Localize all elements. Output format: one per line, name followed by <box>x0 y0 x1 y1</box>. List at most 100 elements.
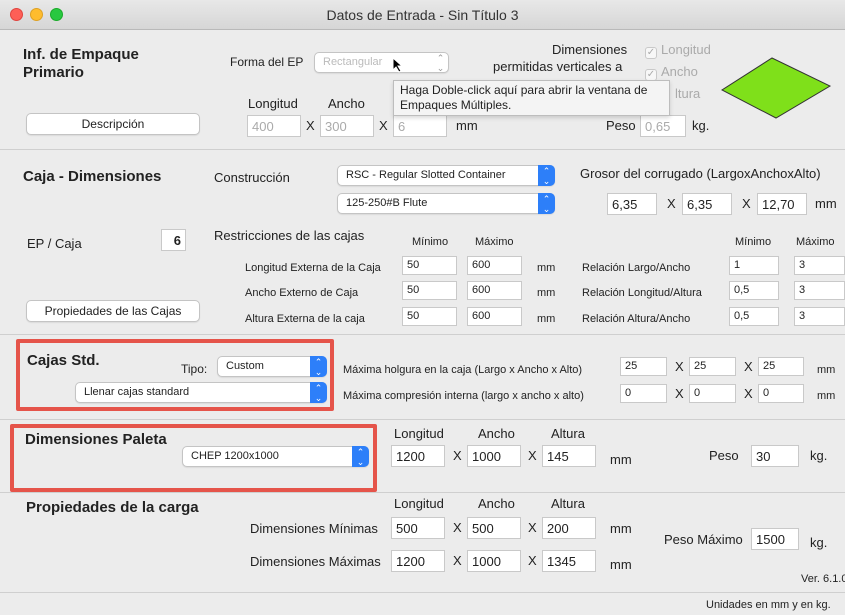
x-separator: X <box>528 553 537 568</box>
grosor-label: Grosor del corrugado (LargoxAnchoxAlto) <box>580 166 821 181</box>
x-separator: X <box>744 386 753 401</box>
x-separator: X <box>453 520 462 535</box>
llenar-cajas-select-value: Llenar cajas standard <box>84 386 190 398</box>
select-arrows-icon: ⌃ ⌄ <box>436 53 445 73</box>
paleta-ancho-field[interactable]: 1000 <box>467 445 521 467</box>
paleta-altura-field[interactable]: 145 <box>542 445 596 467</box>
rel-min-header: Mínimo <box>735 236 772 248</box>
carga-min-longitud-field[interactable]: 500 <box>391 517 445 539</box>
restricciones-label: Restricciones de las cajas <box>214 228 365 243</box>
multiple-packages-tooltip: Haga Doble-click aquí para abrir la vent… <box>393 80 670 116</box>
rel-max-header: Máximo <box>796 236 835 248</box>
primary-peso-label: Peso <box>606 118 636 133</box>
carga-col-altura: Altura <box>551 496 585 511</box>
grosor-largo-field[interactable]: 6,35 <box>607 193 657 215</box>
paleta-peso-field[interactable]: 30 <box>751 445 799 467</box>
flute-select-value: 125-250#B Flute <box>346 197 428 209</box>
carga-min-ancho-field[interactable]: 500 <box>467 517 521 539</box>
holgura-largo-field[interactable]: 25 <box>620 357 667 376</box>
caja-min-header: Mínimo <box>412 236 449 248</box>
rel-row-max-field[interactable]: 3 <box>794 256 845 275</box>
dims-label-2: permitidas verticales a <box>493 59 623 74</box>
carga-min-label: Dimensiones Mínimas <box>250 521 378 536</box>
checkbox-ancho[interactable]: ✓ Ancho <box>645 64 698 81</box>
caja-row-label: Longitud Externa de la Caja <box>245 262 381 274</box>
ep-caja-label: EP / Caja <box>27 236 82 251</box>
primary-section-title-line1: Inf. de Empaque <box>23 46 139 63</box>
compresion-label: Máxima compresión interna (largo x ancho… <box>343 390 584 402</box>
rel-row-label: Relación Largo/Ancho <box>582 262 691 274</box>
caja-row-unit: mm <box>537 287 556 299</box>
holgura-alto-field[interactable]: 25 <box>758 357 804 376</box>
paleta-select-value: CHEP 1200x1000 <box>191 450 279 462</box>
descripcion-button[interactable]: Descripción <box>26 113 200 135</box>
construccion-select-value: RSC - Regular Slotted Container <box>346 169 506 181</box>
caja-row-unit: mm <box>537 313 556 325</box>
primary-altura-field[interactable]: 6 <box>393 115 447 137</box>
rel-row-min-field[interactable]: 1 <box>729 256 779 275</box>
checkbox-altura-label: ltura <box>675 86 701 101</box>
tipo-label: Tipo: <box>181 362 208 376</box>
primary-package-shape-icon[interactable] <box>720 56 832 120</box>
title-bar: Datos de Entrada - Sin Título 3 <box>0 0 845 30</box>
caja-row-label: Ancho Externo de Caja <box>245 287 359 299</box>
flute-select[interactable]: 125-250#B Flute ⌃ ⌄ <box>337 193 555 214</box>
carga-max-longitud-field[interactable]: 1200 <box>391 550 445 572</box>
construccion-select[interactable]: RSC - Regular Slotted Container ⌃ ⌄ <box>337 165 555 186</box>
caja-row-min-field[interactable]: 50 <box>402 256 457 275</box>
caja-row-min-field[interactable]: 50 <box>402 281 457 300</box>
carga-unit-mm: mm <box>610 521 632 536</box>
select-arrows-icon: ⌃ ⌄ <box>310 382 327 403</box>
shape-select[interactable]: Rectangular ⌃ ⌄ <box>314 52 449 73</box>
checkbox-longitud[interactable]: ✓ Longitud <box>645 42 711 59</box>
compresion-alto-field[interactable]: 0 <box>758 384 804 403</box>
x-separator: X <box>675 359 684 374</box>
rel-row-min-field[interactable]: 0,5 <box>729 281 779 300</box>
checkbox-ancho-label: Ancho <box>661 64 698 79</box>
caja-row-max-field[interactable]: 600 <box>467 281 522 300</box>
rel-row-max-field[interactable]: 3 <box>794 307 845 326</box>
paleta-col-longitud: Longitud <box>394 426 444 441</box>
window-title: Datos de Entrada - Sin Título 3 <box>326 7 519 23</box>
compresion-ancho-field[interactable]: 0 <box>689 384 736 403</box>
carga-max-altura-field[interactable]: 1345 <box>542 550 596 572</box>
primary-longitud-field[interactable]: 400 <box>247 115 301 137</box>
holgura-ancho-field[interactable]: 25 <box>689 357 736 376</box>
caja-row-min-field[interactable]: 50 <box>402 307 457 326</box>
divider <box>0 149 845 150</box>
paleta-peso-label: Peso <box>709 448 739 463</box>
compresion-largo-field[interactable]: 0 <box>620 384 667 403</box>
carga-max-ancho-field[interactable]: 1000 <box>467 550 521 572</box>
paleta-col-ancho: Ancho <box>478 426 515 441</box>
primary-unit-mm: mm <box>456 118 478 133</box>
rel-row-max-field[interactable]: 3 <box>794 281 845 300</box>
dims-label-1: Dimensiones <box>552 42 628 57</box>
caja-row-max-field[interactable]: 600 <box>467 307 522 326</box>
shape-select-value: Rectangular <box>323 56 383 68</box>
caja-max-header: Máximo <box>475 236 514 248</box>
caja-row-max-field[interactable]: 600 <box>467 256 522 275</box>
carga-max-label: Dimensiones Máximas <box>250 554 381 569</box>
propiedades-cajas-button[interactable]: Propiedades de las Cajas <box>26 300 200 322</box>
std-tipo-select[interactable]: Custom ⌃ ⌄ <box>217 356 327 377</box>
grosor-ancho-field[interactable]: 6,35 <box>682 193 732 215</box>
x-separator: X <box>528 448 537 463</box>
primary-peso-field[interactable]: 0,65 <box>640 115 686 137</box>
primary-col-longitud: Longitud <box>248 96 298 111</box>
ep-caja-field[interactable]: 6 <box>161 229 186 251</box>
carga-min-altura-field[interactable]: 200 <box>542 517 596 539</box>
grosor-alto-field[interactable]: 12,70 <box>757 193 807 215</box>
x-separator: X <box>667 196 676 211</box>
select-arrows-icon: ⌃ ⌄ <box>310 356 327 377</box>
caja-row-label: Altura Externa de la caja <box>245 313 365 325</box>
caja-section-title: Caja - Dimensiones <box>23 168 162 185</box>
llenar-cajas-select[interactable]: Llenar cajas standard ⌃ ⌄ <box>75 382 327 403</box>
paleta-select[interactable]: CHEP 1200x1000 ⌃ ⌄ <box>182 446 369 467</box>
primary-ancho-field[interactable]: 300 <box>320 115 374 137</box>
x-separator: X <box>744 359 753 374</box>
peso-max-field[interactable]: 1500 <box>751 528 799 550</box>
caja-row-unit: mm <box>537 262 556 274</box>
grosor-unit-mm: mm <box>815 196 837 211</box>
rel-row-min-field[interactable]: 0,5 <box>729 307 779 326</box>
paleta-longitud-field[interactable]: 1200 <box>391 445 445 467</box>
